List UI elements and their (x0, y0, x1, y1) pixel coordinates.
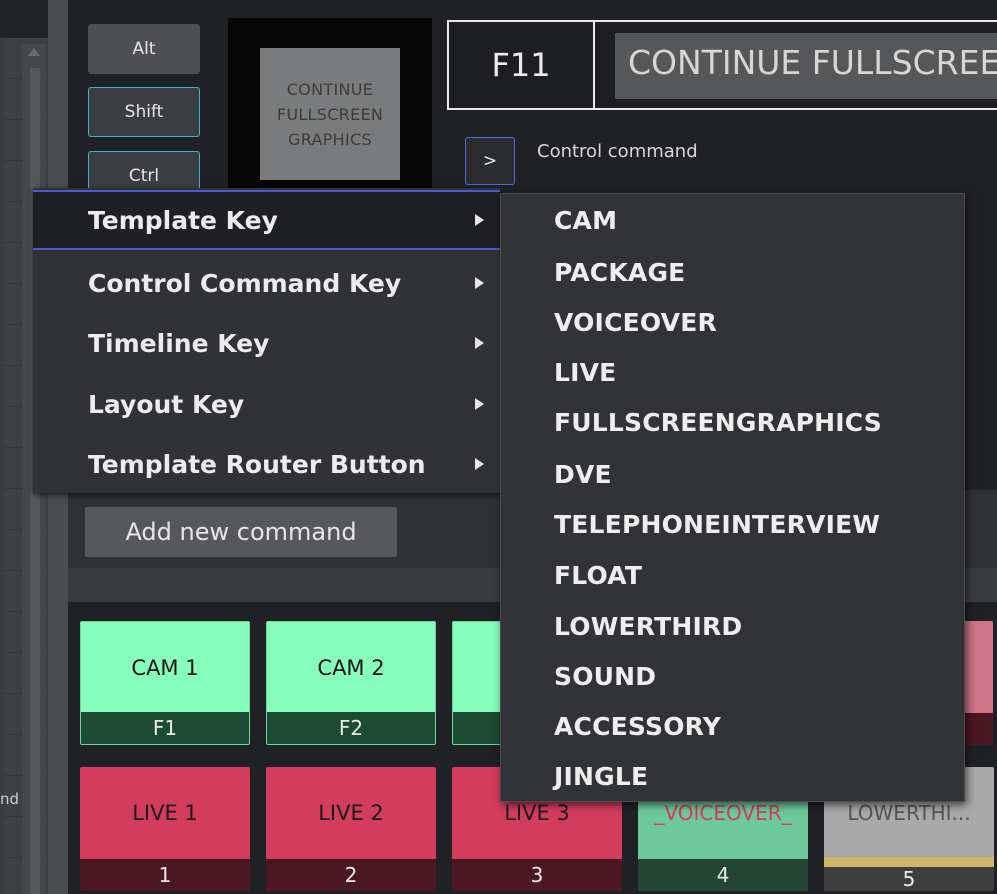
submenu-item-lowerthird[interactable]: LOWERTHIRD (554, 612, 742, 641)
tile-name: CAM 1 (131, 656, 199, 680)
key-tile-live-2[interactable]: LIVE 2 2 (266, 767, 436, 891)
tile-key: 2 (266, 859, 436, 891)
key-tile-cam-2[interactable]: CAM 2 F2 (266, 621, 436, 745)
submenu-item-sound[interactable]: SOUND (554, 662, 656, 691)
submenu-arrow-icon (475, 277, 484, 289)
submenu-item-accessory[interactable]: ACCESSORY (554, 712, 721, 741)
key-name-field[interactable]: CONTINUE FULLSCREE (615, 33, 997, 99)
tile-name: LIVE 2 (318, 801, 384, 825)
menu-item-template-router-button[interactable]: Template Router Button (33, 434, 500, 494)
add-new-command-button[interactable]: Add new command (85, 507, 397, 557)
function-key-label: F11 (449, 22, 595, 108)
expand-command-button[interactable]: > (465, 137, 515, 185)
shift-modifier-button[interactable]: Shift (88, 87, 200, 137)
tile-key: 4 (638, 859, 808, 891)
submenu-arrow-icon (475, 214, 484, 226)
submenu-item-jingle[interactable]: JINGLE (554, 762, 648, 791)
key-preview-label: CONTINUE FULLSCREEN GRAPHICS (260, 48, 400, 180)
tile-key: F1 (81, 712, 249, 744)
alt-modifier-button[interactable]: Alt (88, 24, 200, 74)
submenu-item-float[interactable]: FLOAT (554, 561, 642, 590)
control-command-label: Control command (537, 141, 698, 162)
menu-item-timeline-key[interactable]: Timeline Key (33, 313, 500, 373)
left-panel-header (0, 0, 48, 38)
tile-key: F2 (267, 712, 435, 744)
tile-name: CAM 2 (317, 656, 385, 680)
tile-key: 1 (80, 859, 250, 891)
tile-name: LIVE 1 (132, 801, 198, 825)
key-tile-live-1[interactable]: LIVE 1 1 (80, 767, 250, 891)
submenu-arrow-icon (475, 458, 484, 470)
menu-item-label: Template Router Button (88, 449, 426, 479)
scroll-up-icon[interactable] (28, 48, 40, 56)
tile-key: 5 (824, 857, 994, 891)
submenu-item-voiceover[interactable]: VOICEOVER (554, 308, 717, 337)
tile-key: 3 (452, 859, 622, 891)
submenu-item-fullscreengraphics[interactable]: FULLSCREENGRAPHICS (554, 408, 882, 437)
submenu-item-telephoneinterview[interactable]: TELEPHONEINTERVIEW (554, 510, 880, 539)
menu-item-label: Timeline Key (88, 328, 270, 358)
submenu-item-package[interactable]: PACKAGE (554, 258, 685, 287)
submenu-arrow-icon (475, 398, 484, 410)
menu-item-label: Control Command Key (88, 268, 402, 298)
menu-item-label: Layout Key (88, 389, 245, 419)
menu-item-layout-key[interactable]: Layout Key (33, 374, 500, 434)
submenu-arrow-icon (475, 337, 484, 349)
submenu-item-live[interactable]: LIVE (554, 358, 616, 387)
menu-item-template-key[interactable]: Template Key (33, 190, 500, 250)
menu-item-control-command-key[interactable]: Control Command Key (33, 253, 500, 313)
key-tile-cam-1[interactable]: CAM 1 F1 (80, 621, 250, 745)
menu-item-label: Template Key (88, 205, 278, 235)
left-partial-label: nd (0, 790, 20, 808)
submenu-item-dve[interactable]: DVE (554, 460, 612, 489)
submenu-item-cam[interactable]: CAM (554, 206, 617, 235)
